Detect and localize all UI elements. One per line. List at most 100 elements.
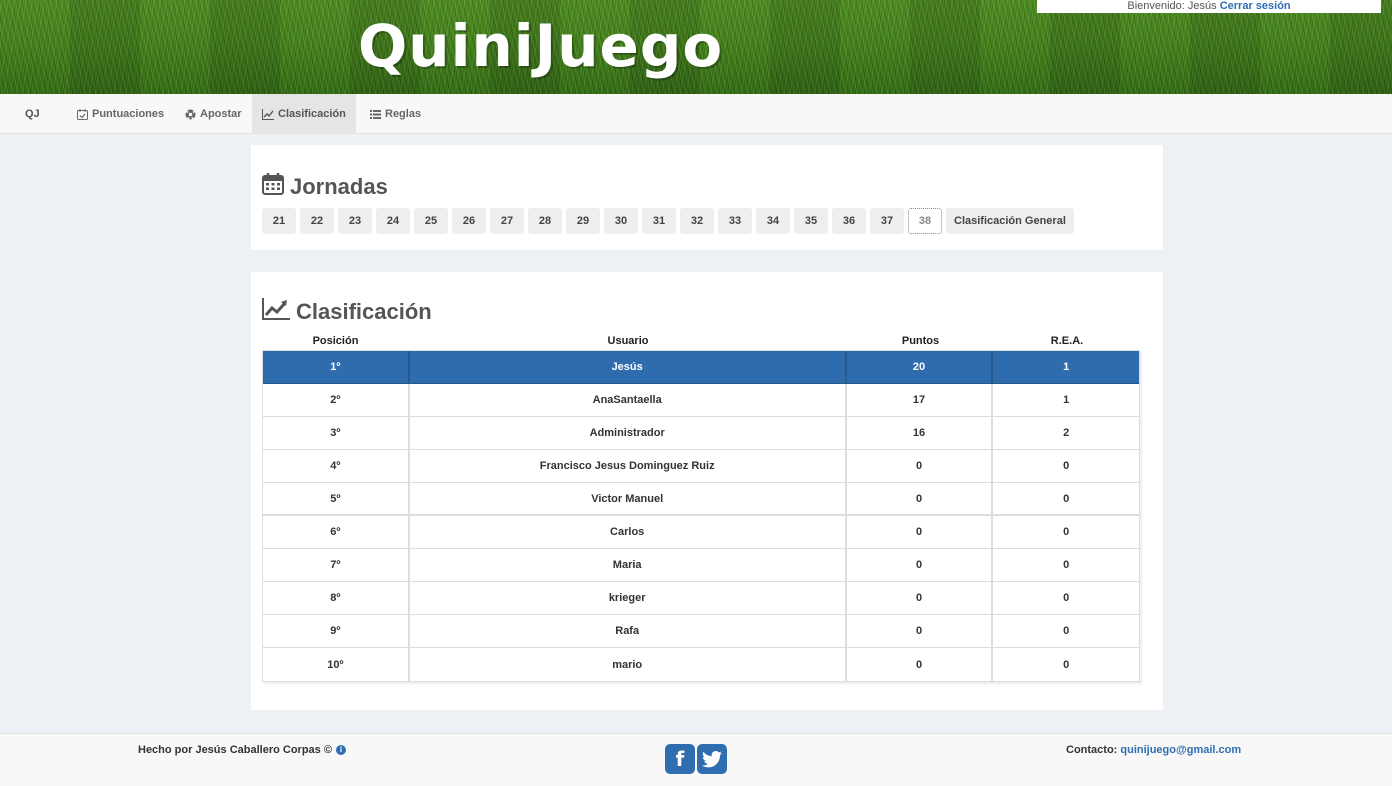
social-links: f — [665, 744, 727, 774]
header-posicion: Posición — [312, 335, 359, 347]
jornada-button[interactable]: 28 — [528, 208, 562, 234]
logout-link[interactable]: Cerrar sesión — [1220, 0, 1291, 12]
cell-usuario: mario — [410, 648, 847, 681]
nav-item-puntuaciones[interactable]: Puntuaciones — [66, 94, 174, 134]
cell-puntos: 0 — [847, 615, 994, 647]
clasificacion-panel: Clasificación Posición Usuario Puntos R.… — [251, 272, 1163, 710]
jornada-button[interactable]: 22 — [300, 208, 334, 234]
cell-posicion: 5º — [263, 483, 410, 514]
clasificacion-heading: Clasificación — [262, 298, 432, 326]
cell-usuario: Maria — [410, 549, 847, 581]
jornada-button[interactable]: 26 — [452, 208, 486, 234]
cell-usuario: Francisco Jesus Dominguez Ruiz — [410, 450, 847, 482]
footer: Hecho por Jesús Caballero Corpas © i f C… — [0, 733, 1392, 786]
cell-puntos: 0 — [847, 648, 994, 681]
table-row: 9º Rafa 0 0 — [263, 615, 1139, 648]
table-row: 5º Victor Manuel 0 0 — [263, 483, 1139, 516]
jornada-button[interactable]: 37 — [870, 208, 904, 234]
jornada-button[interactable]: 24 — [376, 208, 410, 234]
clasificacion-title: Clasificación — [296, 299, 432, 324]
nav-label: Reglas — [385, 108, 422, 120]
jornadas-title: Jornadas — [290, 174, 388, 199]
contact-email-link[interactable]: quinijuego@gmail.com — [1120, 744, 1241, 756]
table-row: 10º mario 0 0 — [263, 648, 1139, 681]
jornada-button[interactable]: 25 — [414, 208, 448, 234]
cell-rea: 1 — [1063, 361, 1070, 373]
jornada-button[interactable]: 35 — [794, 208, 828, 234]
nav-label: Apostar — [200, 108, 242, 120]
table-row: 6º Carlos 0 0 — [263, 516, 1139, 549]
jornada-button[interactable]: 27 — [490, 208, 524, 234]
header-usuario: Usuario — [607, 335, 649, 347]
cell-puntos: 0 — [847, 582, 994, 614]
jornada-button[interactable]: 29 — [566, 208, 600, 234]
app-logo: QuiniJuego — [358, 12, 724, 80]
clasificacion-general-button[interactable]: Clasificación General — [946, 208, 1074, 234]
cell-rea: 0 — [1063, 592, 1070, 604]
cell-rea: 0 — [1063, 460, 1070, 472]
line-chart-icon — [262, 298, 290, 326]
nav-item-apostar[interactable]: Apostar — [174, 94, 252, 134]
cell-usuario: krieger — [410, 582, 847, 614]
cell-posicion: 9º — [263, 615, 410, 647]
soccer-ball-icon — [184, 108, 196, 120]
cell-puntos: 20 — [847, 351, 994, 383]
jornada-button[interactable]: 33 — [718, 208, 752, 234]
calendar-check-icon — [76, 108, 88, 120]
calendar-icon — [262, 173, 284, 201]
cell-usuario: Victor Manuel — [410, 483, 847, 514]
cell-rea: 0 — [1063, 559, 1070, 571]
jornada-button[interactable]: 21 — [262, 208, 296, 234]
nav-brand[interactable]: QJ — [15, 94, 50, 134]
cell-posicion: 4º — [263, 450, 410, 482]
table-row: 4º Francisco Jesus Dominguez Ruiz 0 0 — [263, 450, 1139, 483]
brand-logo-icon: QJ — [25, 108, 40, 120]
cell-usuario: Rafa — [410, 615, 847, 647]
cell-puntos: 0 — [847, 549, 994, 581]
contact-label: Contacto: — [1066, 744, 1118, 756]
cell-usuario: Jesús — [410, 351, 847, 383]
cell-usuario: AnaSantaella — [410, 384, 847, 416]
cell-posicion: 10º — [263, 648, 410, 681]
cell-posicion: 6º — [263, 516, 410, 548]
jornada-button[interactable]: 23 — [338, 208, 372, 234]
cell-usuario: Carlos — [410, 516, 847, 548]
cell-rea: 0 — [1063, 625, 1070, 637]
welcome-box: Bienvenido: Jesús Cerrar sesión — [1037, 0, 1381, 13]
navbar: QJ Puntuaciones Apostar Clasificación Re… — [0, 94, 1392, 134]
footer-credits: Hecho por Jesús Caballero Corpas © i — [138, 744, 346, 756]
header-rea: R.E.A. — [1050, 335, 1084, 347]
jornada-button-current[interactable]: 38 — [908, 208, 942, 234]
cell-posicion: 2º — [263, 384, 410, 416]
table-header: Posición Usuario Puntos R.E.A. — [262, 335, 1139, 349]
cell-posicion: 1º — [263, 351, 410, 383]
jornada-button[interactable]: 34 — [756, 208, 790, 234]
footer-contact: Contacto: quinijuego@gmail.com — [1066, 744, 1241, 756]
nav-item-reglas[interactable]: Reglas — [359, 94, 431, 134]
jornada-buttons: 21 22 23 24 25 26 27 28 29 30 31 32 33 3… — [262, 208, 1074, 234]
cell-rea: 2 — [1063, 427, 1070, 439]
jornadas-heading: Jornadas — [262, 173, 388, 201]
nav-label: Clasificación — [278, 108, 346, 120]
facebook-icon[interactable]: f — [665, 744, 695, 774]
info-icon[interactable]: i — [335, 745, 346, 755]
cell-puntos: 17 — [847, 384, 994, 416]
twitter-icon[interactable] — [697, 744, 727, 774]
jornada-button[interactable]: 31 — [642, 208, 676, 234]
line-chart-icon — [262, 108, 274, 120]
cell-posicion: 8º — [263, 582, 410, 614]
welcome-text: Bienvenido: Jesús — [1127, 0, 1217, 12]
header-puntos: Puntos — [901, 335, 940, 347]
jornada-button[interactable]: 30 — [604, 208, 638, 234]
cell-rea: 0 — [1063, 526, 1070, 538]
cell-usuario: Administrador — [410, 417, 847, 449]
jornada-button[interactable]: 36 — [832, 208, 866, 234]
cell-puntos: 0 — [847, 516, 994, 548]
header-banner: QuiniJuego Bienvenido: Jesús Cerrar sesi… — [0, 0, 1392, 94]
jornada-button[interactable]: 32 — [680, 208, 714, 234]
cell-rea: 0 — [1063, 492, 1070, 505]
table-row: 7º Maria 0 0 — [263, 549, 1139, 582]
nav-label: Puntuaciones — [92, 108, 165, 120]
table-row-current-user: 1º Jesús 20 1 — [263, 351, 1139, 384]
nav-item-clasificacion[interactable]: Clasificación — [252, 94, 356, 134]
